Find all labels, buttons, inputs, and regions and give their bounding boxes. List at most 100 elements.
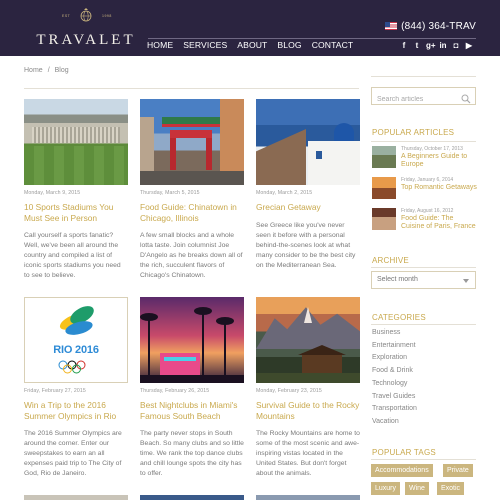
category-link[interactable]: Technology xyxy=(372,380,407,387)
article-card[interactable]: Thursday, February 26, 2015 Best Nightcl… xyxy=(140,297,244,479)
article-excerpt: The 2016 Summer Olympics are around the … xyxy=(24,430,122,478)
popular-date: Friday, August 16, 2012 xyxy=(401,208,454,214)
article-card[interactable]: Monday, March 2, 2015 Grecian Getaway Se… xyxy=(256,99,360,271)
article-title[interactable]: Survival Guide to the Rocky Mountains xyxy=(256,400,360,421)
nav-home[interactable]: HOME xyxy=(147,40,173,53)
category-link[interactable]: Travel Guides xyxy=(372,393,415,400)
article-image-stadium[interactable] xyxy=(24,99,128,185)
tag-chip[interactable]: Wine xyxy=(405,482,429,495)
facebook-icon[interactable]: f xyxy=(400,41,408,51)
nav-services[interactable]: SERVICES xyxy=(183,40,227,53)
search-box xyxy=(371,87,476,108)
article-image-greece[interactable] xyxy=(256,99,360,185)
popular-thumb[interactable] xyxy=(372,146,396,168)
rio-badge: RIO 2016 xyxy=(53,344,99,356)
googleplus-icon[interactable]: g+ xyxy=(426,41,436,51)
popular-articles-heading: POPULAR ARTICLES xyxy=(372,128,455,137)
article-title[interactable]: 10 Sports Stadiums You Must See in Perso… xyxy=(24,202,128,223)
popular-thumb[interactable] xyxy=(372,208,396,230)
article-image-peek xyxy=(24,495,128,500)
logo-year: 1998 xyxy=(102,14,112,18)
popular-date: Thursday, October 17, 2013 xyxy=(401,146,463,152)
breadcrumb-separator: / xyxy=(47,67,50,74)
article-image-rockies[interactable] xyxy=(256,297,360,383)
popular-title[interactable]: A Beginners Guide to Europe xyxy=(401,153,477,169)
article-date: Monday, March 9, 2015 xyxy=(24,190,81,196)
logo-est: EST xyxy=(62,14,71,18)
popular-article[interactable]: Thursday, October 17, 2013 A Beginners G… xyxy=(372,146,476,168)
linkedin-icon[interactable]: in xyxy=(439,41,447,51)
phone-text: (844) 364-TRAV xyxy=(401,20,476,32)
sidebar-rule xyxy=(371,459,476,460)
article-image-miami[interactable] xyxy=(140,297,244,383)
article-image-chinatown[interactable] xyxy=(140,99,244,185)
article-date: Monday, March 2, 2015 xyxy=(256,190,313,196)
nav-blog[interactable]: BLOG xyxy=(277,40,301,53)
article-title[interactable]: Food Guide: Chinatown in Chicago, Illino… xyxy=(140,202,244,223)
tag-chip[interactable]: Luxury xyxy=(371,482,401,495)
breadcrumb: Home / Blog xyxy=(24,67,69,74)
categories-heading: CATEGORIES xyxy=(372,313,426,322)
chevron-down-icon xyxy=(463,279,469,283)
nav-about[interactable]: ABOUT xyxy=(237,40,267,53)
category-link[interactable]: Food & Drink xyxy=(372,367,413,374)
article-image-peek xyxy=(140,495,244,500)
site-logo[interactable]: EST 1998 TRAVALET xyxy=(35,6,137,52)
sidebar-divider xyxy=(371,76,476,77)
phone-number[interactable]: (844) 364-TRAV xyxy=(385,20,476,32)
category-link[interactable]: Vacation xyxy=(372,418,399,425)
tag-chip[interactable]: Private xyxy=(443,464,473,477)
archive-select-value: Select month xyxy=(377,276,418,283)
article-title[interactable]: Best Nightclubs in Miami's Famous South … xyxy=(140,400,244,421)
popular-thumb[interactable] xyxy=(372,177,396,199)
nav-divider xyxy=(148,38,476,39)
archive-select[interactable]: Select month xyxy=(371,271,476,289)
sidebar-rule xyxy=(371,141,476,142)
twitter-icon[interactable]: t xyxy=(413,41,421,51)
article-date: Thursday, March 5, 2015 xyxy=(140,190,200,196)
article-date: Friday, February 27, 2015 xyxy=(24,388,86,394)
site-header: EST 1998 TRAVALET (844) 364-TRAV HOME SE… xyxy=(0,0,500,56)
article-title[interactable]: Win a Trip to the 2016 Summer Olympics i… xyxy=(24,400,128,421)
archive-heading: ARCHIVE xyxy=(372,256,409,265)
article-card[interactable]: Monday, February 23, 2015 Survival Guide… xyxy=(256,297,360,479)
popular-title[interactable]: Food Guide: The Cuisine of Paris, France xyxy=(401,215,477,231)
search-input[interactable] xyxy=(372,91,457,108)
us-flag-icon xyxy=(385,22,398,30)
article-excerpt: Call yourself a sports fanatic? Well, we… xyxy=(24,232,121,280)
article-title[interactable]: Grecian Getaway xyxy=(256,202,360,213)
article-card[interactable]: Thursday, March 5, 2015 Food Guide: Chin… xyxy=(140,99,244,281)
category-link[interactable]: Business xyxy=(372,329,400,336)
popular-date: Friday, January 6, 2014 xyxy=(401,177,454,183)
sidebar-rule xyxy=(371,267,476,268)
popular-title[interactable]: Top Romantic Getaways xyxy=(401,184,477,192)
article-image-peek xyxy=(256,495,360,500)
popular-tags-heading: POPULAR TAGS xyxy=(372,448,436,457)
instagram-icon[interactable]: ◘ xyxy=(452,41,460,51)
article-date: Thursday, February 26, 2015 xyxy=(140,388,210,394)
article-card[interactable]: RIO 2016 Friday, February 27, 2015 Win a… xyxy=(24,297,128,479)
main-nav: HOME SERVICES ABOUT BLOG CONTACT xyxy=(147,40,353,53)
category-link[interactable]: Exploration xyxy=(372,354,407,361)
nav-contact[interactable]: CONTACT xyxy=(312,40,354,53)
category-link[interactable]: Transportation xyxy=(372,405,417,412)
tag-chip[interactable]: Exotic xyxy=(437,482,465,495)
article-excerpt: The party never stops in South Beach. So… xyxy=(140,430,244,478)
category-link[interactable]: Entertainment xyxy=(372,342,416,349)
article-excerpt: A few small blocks and a whole lotta tas… xyxy=(140,232,243,280)
sidebar-rule xyxy=(371,324,476,325)
popular-article[interactable]: Friday, January 6, 2014 Top Romantic Get… xyxy=(372,177,477,199)
content-divider xyxy=(24,88,359,89)
search-icon[interactable] xyxy=(461,91,471,104)
article-excerpt: See Greece like you've never seen it bef… xyxy=(256,221,356,269)
breadcrumb-home[interactable]: Home xyxy=(24,67,43,74)
article-card[interactable]: Monday, March 9, 2015 10 Sports Stadiums… xyxy=(24,99,128,281)
tag-chip[interactable]: Accommodations xyxy=(371,464,433,477)
social-links: f t g+ in ◘ ▶ xyxy=(400,41,473,51)
logo-text: TRAVALET xyxy=(36,32,136,48)
youtube-icon[interactable]: ▶ xyxy=(465,41,473,51)
olympic-rings-icon xyxy=(57,360,97,374)
article-image-rio[interactable]: RIO 2016 xyxy=(24,297,128,383)
globe-emblem-icon xyxy=(80,7,92,23)
popular-article[interactable]: Friday, August 16, 2012 Food Guide: The … xyxy=(372,208,476,230)
